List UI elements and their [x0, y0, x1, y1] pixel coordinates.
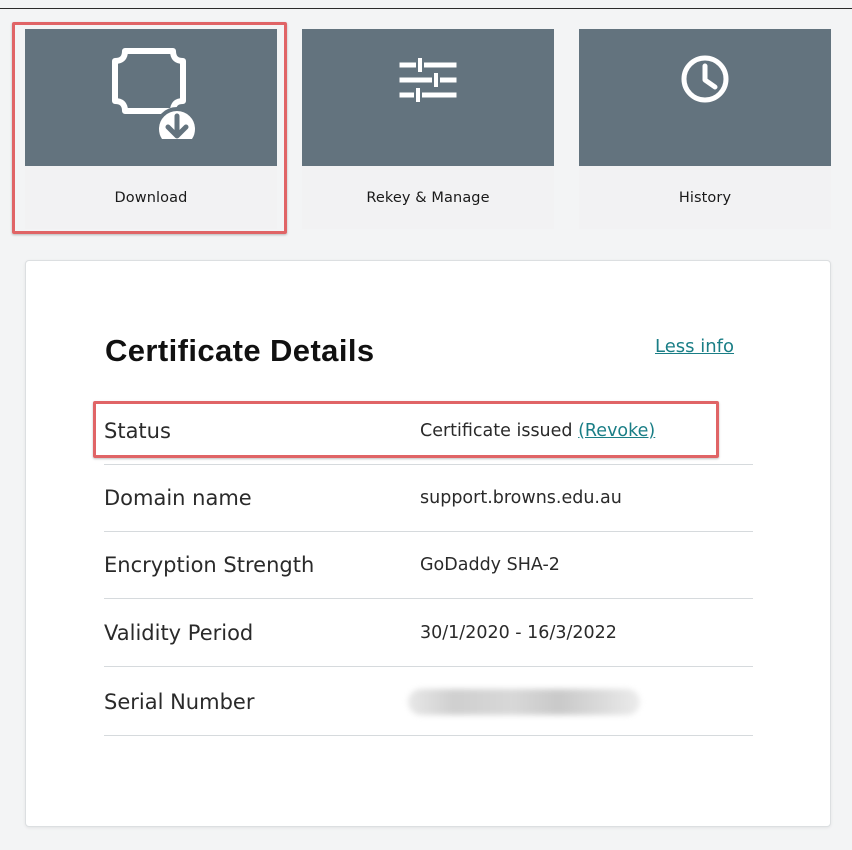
- validity-value: 30/1/2020 - 16/3/2022: [420, 622, 617, 643]
- detail-row-serial: Serial Number: [104, 668, 753, 736]
- sliders-icon: [399, 58, 457, 102]
- validity-label: Validity Period: [104, 620, 254, 645]
- rekey-manage-label: Rekey & Manage: [302, 166, 554, 229]
- certificate-details-card: Certificate Details Less info Status Cer…: [25, 260, 831, 827]
- certificate-download-icon: [112, 48, 199, 139]
- clock-icon: [681, 55, 729, 103]
- detail-row-validity: Validity Period 30/1/2020 - 16/3/2022: [104, 599, 753, 667]
- detail-row-domain: Domain name support.browns.edu.au: [104, 464, 753, 532]
- encryption-label: Encryption Strength: [104, 552, 315, 577]
- certificate-page: Download Rekey & Manage History Certific…: [0, 0, 852, 850]
- history-tile-header: [579, 29, 831, 166]
- history-label: History: [579, 166, 831, 229]
- top-divider: [0, 8, 852, 9]
- card-title: Certificate Details: [105, 333, 375, 368]
- download-tile[interactable]: Download: [25, 29, 277, 229]
- rekey-manage-tile[interactable]: Rekey & Manage: [302, 29, 554, 229]
- detail-row-status: Status Certificate issued (Revoke): [104, 397, 753, 465]
- serial-label: Serial Number: [104, 689, 255, 714]
- download-tile-header: [25, 29, 277, 166]
- serial-value-redacted: [408, 688, 640, 715]
- rekey-tile-header: [302, 29, 554, 166]
- revoke-link[interactable]: (Revoke): [578, 421, 655, 441]
- status-label: Status: [104, 418, 171, 443]
- detail-row-encryption: Encryption Strength GoDaddy SHA-2: [104, 531, 753, 599]
- status-text: Certificate issued: [420, 420, 573, 441]
- download-label: Download: [25, 166, 277, 229]
- domain-value: support.browns.edu.au: [420, 487, 622, 508]
- status-value: Certificate issued (Revoke): [420, 421, 655, 441]
- domain-label: Domain name: [104, 485, 252, 510]
- encryption-value: GoDaddy SHA-2: [420, 554, 560, 575]
- history-tile[interactable]: History: [579, 29, 831, 229]
- less-info-link[interactable]: Less info: [655, 336, 734, 357]
